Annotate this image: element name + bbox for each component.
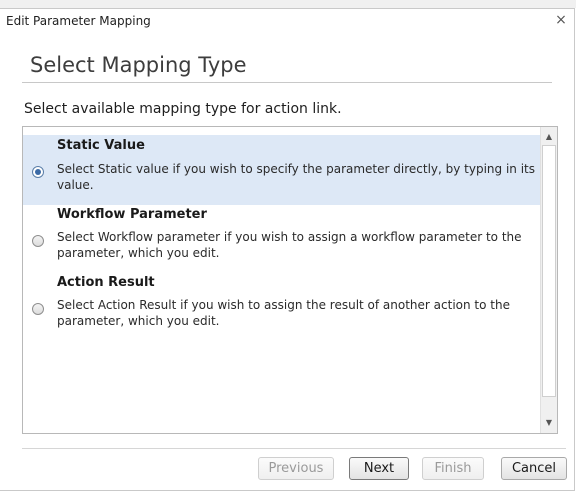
close-icon[interactable]: ×	[554, 12, 568, 28]
next-button[interactable]: Next	[349, 457, 409, 480]
option-title: Static Value	[57, 138, 145, 153]
scroll-thumb[interactable]	[542, 145, 556, 397]
title-bar: Edit Parameter Mapping ×	[0, 9, 574, 35]
workflow-parameter-radio[interactable]	[32, 235, 44, 247]
finish-button[interactable]: Finish	[422, 457, 484, 480]
instruction-text: Select available mapping type for action…	[24, 101, 342, 117]
option-description: Select Static value if you wish to speci…	[57, 162, 536, 192]
mapping-type-list: Static Value Select Static value if you …	[22, 126, 558, 434]
scroll-down-arrow-icon[interactable]: ▼	[541, 415, 557, 431]
option-title: Workflow Parameter	[57, 207, 207, 222]
page-title: Select Mapping Type	[30, 53, 247, 77]
window-title: Edit Parameter Mapping	[6, 14, 151, 28]
option-description: Select Action Result if you wish to assi…	[57, 298, 510, 328]
option-title: Action Result	[57, 275, 155, 290]
cancel-button[interactable]: Cancel	[501, 457, 567, 480]
option-static-value[interactable]: Static Value Select Static value if you …	[23, 135, 540, 205]
footer-divider	[22, 448, 566, 449]
option-action-result[interactable]: Action Result Select Action Result if yo…	[23, 275, 540, 341]
scroll-up-arrow-icon[interactable]: ▲	[541, 129, 557, 145]
previous-button[interactable]: Previous	[258, 457, 334, 480]
heading-divider	[22, 82, 552, 83]
vertical-scrollbar[interactable]: ▲ ▼	[540, 127, 557, 433]
option-description: Select Workflow parameter if you wish to…	[57, 230, 522, 260]
option-workflow-parameter[interactable]: Workflow Parameter Select Workflow param…	[23, 207, 540, 273]
static-value-radio[interactable]	[32, 166, 44, 178]
action-result-radio[interactable]	[32, 303, 44, 315]
background-strip	[0, 0, 576, 8]
